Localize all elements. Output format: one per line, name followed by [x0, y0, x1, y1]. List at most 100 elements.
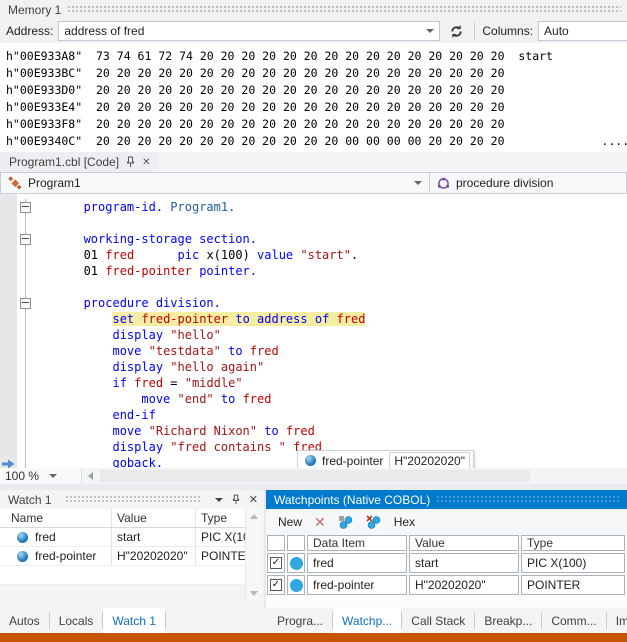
watch-cell-type: PIC X(100)	[196, 528, 246, 546]
watch-vertical-scrollbar[interactable]	[245, 509, 262, 601]
watchpoint-cell-value: H"20202020"	[409, 575, 519, 595]
vs-debug-window: Memory 1 Address: address of fred Column…	[0, 0, 627, 642]
watchpoints-panel-title: Watchpoints (Native COBOL)	[266, 490, 627, 509]
watchpoint-row[interactable]: ✓fredstartPIC X(100)	[267, 553, 627, 573]
refresh-icon	[449, 24, 464, 39]
tab-watchp[interactable]: Watchp...	[333, 608, 401, 633]
chevron-down-icon[interactable]	[426, 29, 434, 33]
indicator-margin[interactable]	[0, 231, 17, 247]
indicator-margin[interactable]	[0, 343, 17, 359]
watch-column-type[interactable]: Type	[196, 509, 246, 527]
indicator-margin[interactable]	[0, 263, 17, 279]
refresh-button[interactable]	[445, 21, 467, 41]
watchpoint-cell-check: ✓	[267, 575, 285, 595]
indicator-margin[interactable]	[0, 295, 17, 311]
watchpoint-cell-data-item: fred	[307, 553, 407, 573]
watch-row[interactable]: fredstartPIC X(100)	[0, 528, 246, 547]
indicator-margin[interactable]	[0, 359, 17, 375]
indicator-margin[interactable]	[0, 391, 17, 407]
fold-toggle-icon[interactable]	[20, 234, 31, 245]
fold-margin	[17, 439, 33, 455]
delete-watchpoint-icon[interactable]: ✕	[314, 515, 326, 529]
close-icon[interactable]: ✕	[142, 157, 150, 168]
zoom-level-dropdown[interactable]: 100 %	[0, 468, 82, 484]
header-cell-check	[267, 535, 285, 551]
chevron-down-icon[interactable]	[414, 181, 422, 185]
watch-column-name[interactable]: Name	[0, 509, 112, 527]
watch-column-value[interactable]: Value	[112, 509, 196, 527]
scroll-left-icon[interactable]	[88, 472, 93, 480]
pin-icon[interactable]	[232, 494, 240, 505]
code-line: procedure division.	[0, 295, 627, 311]
indicator-margin[interactable]	[0, 439, 17, 455]
disable-watchpoints-icon[interactable]	[366, 515, 382, 530]
tab-program1-cbl[interactable]: Program1.cbl [Code] ✕	[0, 152, 159, 172]
nav-section-dropdown[interactable]: procedure division	[429, 172, 627, 194]
tab-call-stack[interactable]: Call Stack	[402, 608, 474, 633]
fold-margin	[17, 375, 33, 391]
indicator-margin[interactable]	[0, 279, 17, 295]
columns-label: Columns:	[482, 24, 533, 38]
indicator-margin[interactable]	[0, 199, 17, 215]
code-line: end-if	[0, 407, 627, 423]
indicator-margin[interactable]	[0, 215, 17, 231]
memory-row: h"00E933BC" 20 20 20 20 20 20 20 20 20 2…	[6, 65, 627, 82]
watch-row[interactable]: fred-pointerH"20202020"POINTER	[0, 547, 246, 566]
indicator-margin[interactable]	[0, 327, 17, 343]
fold-toggle-icon[interactable]	[20, 202, 31, 213]
chevron-down-icon[interactable]	[49, 474, 57, 478]
scroll-up-icon[interactable]	[250, 514, 258, 519]
fold-margin	[17, 199, 33, 215]
tab-breakp[interactable]: Breakp...	[475, 608, 541, 633]
fold-toggle-icon[interactable]	[20, 298, 31, 309]
tab-immedi[interactable]: Immedi...	[607, 608, 627, 633]
datatip-value[interactable]: H"20202020"	[389, 452, 470, 469]
watchpoint-cell-indicator	[287, 553, 305, 573]
code-editor[interactable]: program-id. Program1. working-storage se…	[0, 194, 627, 468]
tab-autos[interactable]: Autos	[0, 608, 49, 633]
watch-panel: Watch 1 ✕ NameValueTypefredstartPIC X(10…	[0, 490, 264, 608]
window-position-icon[interactable]	[215, 498, 223, 502]
watchpoints-column-type[interactable]: Type	[521, 535, 625, 551]
watch-cell-type: POINTER	[196, 547, 246, 565]
close-icon[interactable]: ✕	[249, 493, 258, 506]
scroll-down-icon[interactable]	[250, 591, 258, 596]
watchpoints-column-data-item[interactable]: Data Item	[307, 535, 407, 551]
indicator-margin[interactable]	[0, 375, 17, 391]
horizontal-scrollbar[interactable]	[82, 468, 627, 484]
tab-locals[interactable]: Locals	[50, 608, 103, 633]
tab-separator	[165, 612, 166, 629]
datatip-popup[interactable]: fred-pointer H"20202020"	[297, 450, 474, 468]
watchpoint-enabled-checkbox[interactable]: ✓	[270, 579, 282, 591]
pin-icon[interactable]	[126, 156, 135, 168]
memory-content[interactable]: h"00E933A8" 73 74 61 72 74 20 20 20 20 2…	[0, 43, 627, 152]
indicator-margin[interactable]	[0, 311, 17, 327]
memory-panel: Memory 1 Address: address of fred Column…	[0, 0, 627, 152]
title-grip-texture	[65, 495, 202, 504]
procedure-icon	[437, 177, 450, 190]
tab-watch-1[interactable]: Watch 1	[103, 608, 165, 633]
watchpoint-enabled-checkbox[interactable]: ✓	[270, 557, 282, 569]
new-watchpoint-button[interactable]: New	[278, 515, 302, 529]
fold-margin	[17, 343, 33, 359]
watch-grid: NameValueTypefredstartPIC X(100)fred-poi…	[0, 509, 246, 585]
hex-toggle-button[interactable]: Hex	[394, 515, 415, 529]
columns-combo[interactable]: Auto	[538, 21, 627, 41]
nav-program-dropdown[interactable]: Program1	[0, 172, 430, 194]
fold-margin	[17, 359, 33, 375]
indicator-margin[interactable]	[0, 407, 17, 423]
tab-comm[interactable]: Comm...	[542, 608, 605, 633]
indicator-margin[interactable]	[0, 423, 17, 439]
indicator-margin[interactable]	[0, 247, 17, 263]
tool-window-tab-bar: AutosLocalsWatch 1 Progra...Watchp...Cal…	[0, 608, 627, 633]
fold-margin	[17, 423, 33, 439]
code-line: move "testdata" to fred	[0, 343, 627, 359]
watch-empty-row[interactable]	[0, 566, 246, 585]
enable-watchpoints-icon[interactable]	[338, 515, 354, 530]
watchpoint-row[interactable]: ✓fred-pointerH"20202020"POINTER	[267, 575, 627, 595]
address-combo[interactable]: address of fred	[58, 21, 440, 41]
code-lines: program-id. Program1. working-storage se…	[0, 199, 627, 468]
scrollbar-thumb[interactable]	[100, 470, 530, 482]
watchpoints-column-value[interactable]: Value	[409, 535, 519, 551]
tab-progra[interactable]: Progra...	[268, 608, 332, 633]
